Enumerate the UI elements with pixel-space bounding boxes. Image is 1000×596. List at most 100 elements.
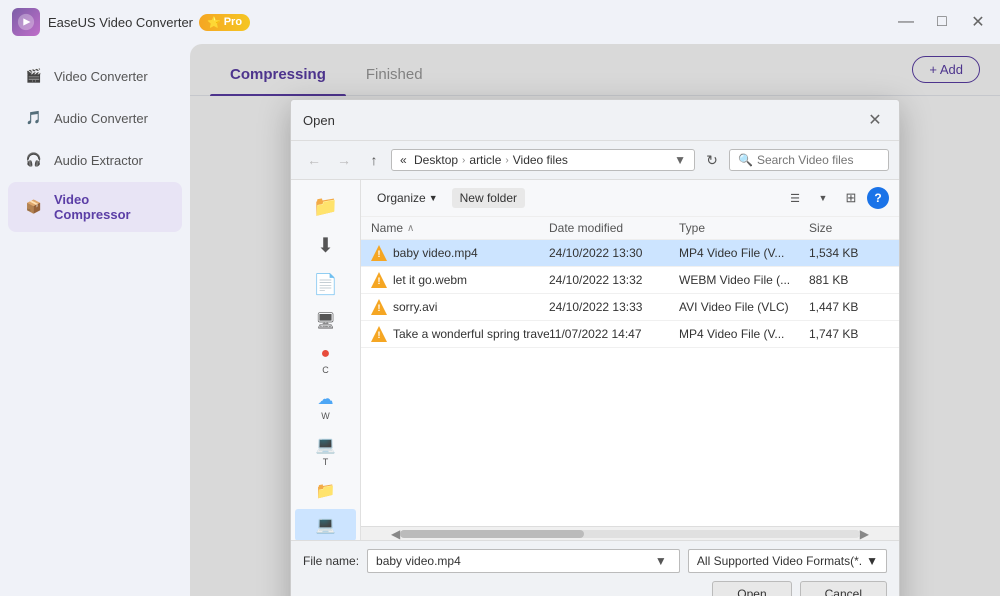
warn-icon: [371, 272, 387, 288]
view-details-button[interactable]: ☰: [783, 186, 807, 210]
back-button[interactable]: ←: [301, 147, 327, 173]
sidebar-item-video-compressor[interactable]: 📦 Video Compressor: [8, 182, 182, 232]
organize-button[interactable]: Organize ▼: [371, 188, 444, 208]
c-drive-icon: ●: [321, 345, 331, 363]
sidebar: 🎬 Video Converter 🎵 Audio Converter 🎧 Au…: [0, 44, 190, 596]
sidebar-item-label: Video Compressor: [54, 192, 166, 222]
up-button[interactable]: ↑: [361, 147, 387, 173]
refresh-button[interactable]: ↻: [699, 147, 725, 173]
breadcrumb-desktop: Desktop: [414, 153, 458, 167]
view-dropdown-button[interactable]: ▼: [811, 186, 835, 210]
file-size-cell: 881 KB: [809, 273, 889, 287]
pro-badge: ⭐ Pro: [199, 14, 250, 31]
forward-button[interactable]: →: [331, 147, 357, 173]
desktop-icon: 🖥: [315, 311, 335, 331]
nav-folder-t[interactable]: 💻 T: [295, 429, 356, 473]
yellow-folder-icon: 📁: [316, 481, 336, 501]
sidebar-item-audio-converter[interactable]: 🎵 Audio Converter: [8, 98, 182, 138]
title-bar: EaseUS Video Converter ⭐ Pro — □ ✕: [0, 0, 1000, 44]
filetype-dropdown-icon: ▼: [866, 554, 878, 568]
file-date-cell: 24/10/2022 13:30: [549, 246, 679, 260]
maximize-button[interactable]: □: [932, 12, 952, 32]
dialog-body: 📁 ⬇ 📄 🖥 ● C: [291, 180, 899, 540]
nav-folder-cloud[interactable]: ☁ W: [295, 383, 356, 427]
close-button[interactable]: ✕: [968, 12, 988, 32]
nav-folder-blue[interactable]: 💻: [295, 509, 356, 540]
cloud-icon: ☁: [318, 389, 334, 409]
audio-converter-icon: 🎵: [24, 108, 44, 128]
sidebar-item-audio-extractor[interactable]: 🎧 Audio Extractor: [8, 140, 182, 180]
sidebar-item-label: Audio Converter: [54, 111, 148, 126]
folder-icon: 📁: [313, 194, 338, 219]
file-size-cell: 1,747 KB: [809, 327, 889, 341]
breadcrumb-videofiles: Video files: [513, 153, 568, 167]
organize-dropdown-icon: ▼: [429, 193, 438, 203]
filename-label: File name:: [303, 554, 359, 568]
file-row[interactable]: baby video.mp4 24/10/2022 13:30 MP4 Vide…: [361, 240, 899, 267]
file-row[interactable]: sorry.avi 24/10/2022 13:33 AVI Video Fil…: [361, 294, 899, 321]
file-name-cell: baby video.mp4: [371, 245, 549, 261]
file-type-cell: MP4 Video File (V...: [679, 246, 809, 260]
filename-dropdown-icon[interactable]: ▼: [655, 554, 671, 568]
dialog-toolbar: ← → ↑ « Desktop › article › Video files …: [291, 141, 899, 180]
new-folder-button[interactable]: New folder: [452, 188, 525, 208]
nav-folder-docs[interactable]: 📄: [295, 266, 356, 303]
dialog-left-panel: 📁 ⬇ 📄 🖥 ● C: [291, 180, 361, 540]
col-date[interactable]: Date modified: [549, 221, 679, 235]
t-label: T: [323, 457, 329, 467]
dialog-title: Open: [303, 113, 335, 128]
scrollbar-thumb[interactable]: [400, 530, 584, 538]
file-list: baby video.mp4 24/10/2022 13:30 MP4 Vide…: [361, 240, 899, 526]
filename-input[interactable]: baby video.mp4 ▼: [367, 549, 680, 573]
nav-folder-item[interactable]: 📁: [295, 188, 356, 225]
scrollbar-track: [400, 530, 860, 538]
dialog-main: Organize ▼ New folder ☰ ▼ ⊞ ?: [361, 180, 899, 540]
file-toolbar: Organize ▼ New folder ☰ ▼ ⊞ ?: [361, 180, 899, 217]
file-size-cell: 1,447 KB: [809, 300, 889, 314]
sidebar-item-label: Audio Extractor: [54, 153, 143, 168]
action-row: Open Cancel: [303, 581, 887, 596]
warn-icon: [371, 326, 387, 342]
col-name[interactable]: Name ∧: [371, 221, 549, 235]
file-type-cell: WEBM Video File (...: [679, 273, 809, 287]
file-type-cell: AVI Video File (VLC): [679, 300, 809, 314]
nav-folder-downloads[interactable]: ⬇: [295, 227, 356, 264]
nav-folder-desktop[interactable]: 🖥: [295, 305, 356, 337]
nav-folder-yellow1[interactable]: 📁: [295, 475, 356, 507]
breadcrumb-dropdown-icon[interactable]: ▼: [674, 153, 686, 167]
audio-extractor-icon: 🎧: [24, 150, 44, 170]
blue-folder-icon: 💻: [316, 515, 336, 535]
filetype-select[interactable]: All Supported Video Formats(*. ▼: [688, 549, 887, 573]
dialog-overlay: Open ✕ ← → ↑ « Desktop › article › Video…: [190, 44, 1000, 596]
file-list-header: Name ∧ Date modified Type Size: [361, 217, 899, 240]
nav-folder-c[interactable]: ● C: [295, 339, 356, 381]
sort-arrow: ∧: [407, 223, 414, 234]
file-open-dialog: Open ✕ ← → ↑ « Desktop › article › Video…: [290, 99, 900, 596]
breadcrumb-sep2: ›: [505, 155, 508, 166]
col-size[interactable]: Size: [809, 221, 889, 235]
scroll-right-button[interactable]: ▶: [860, 527, 869, 541]
view-controls: ☰ ▼ ⊞ ?: [783, 186, 889, 210]
search-box[interactable]: 🔍: [729, 149, 889, 171]
scroll-left-button[interactable]: ◀: [391, 527, 400, 541]
docs-icon: 📄: [313, 272, 338, 297]
breadcrumb[interactable]: « Desktop › article › Video files ▼: [391, 149, 695, 171]
search-input[interactable]: [757, 153, 880, 167]
help-button[interactable]: ?: [867, 187, 889, 209]
minimize-button[interactable]: —: [896, 12, 916, 32]
t-drive-icon: 💻: [316, 435, 336, 455]
horizontal-scrollbar[interactable]: ◀ ▶: [361, 526, 899, 540]
file-date-cell: 11/07/2022 14:47: [549, 327, 679, 341]
file-row[interactable]: let it go.webm 24/10/2022 13:32 WEBM Vid…: [361, 267, 899, 294]
warn-icon: [371, 245, 387, 261]
cancel-button[interactable]: Cancel: [800, 581, 887, 596]
video-compressor-icon: 📦: [24, 197, 44, 217]
view-large-icons-button[interactable]: ⊞: [839, 186, 863, 210]
open-button[interactable]: Open: [712, 581, 791, 596]
dialog-close-button[interactable]: ✕: [863, 108, 887, 132]
sidebar-item-video-converter[interactable]: 🎬 Video Converter: [8, 56, 182, 96]
file-type-cell: MP4 Video File (V...: [679, 327, 809, 341]
file-size-cell: 1,534 KB: [809, 246, 889, 260]
col-type[interactable]: Type: [679, 221, 809, 235]
file-row[interactable]: Take a wonderful spring travel video wit…: [361, 321, 899, 348]
